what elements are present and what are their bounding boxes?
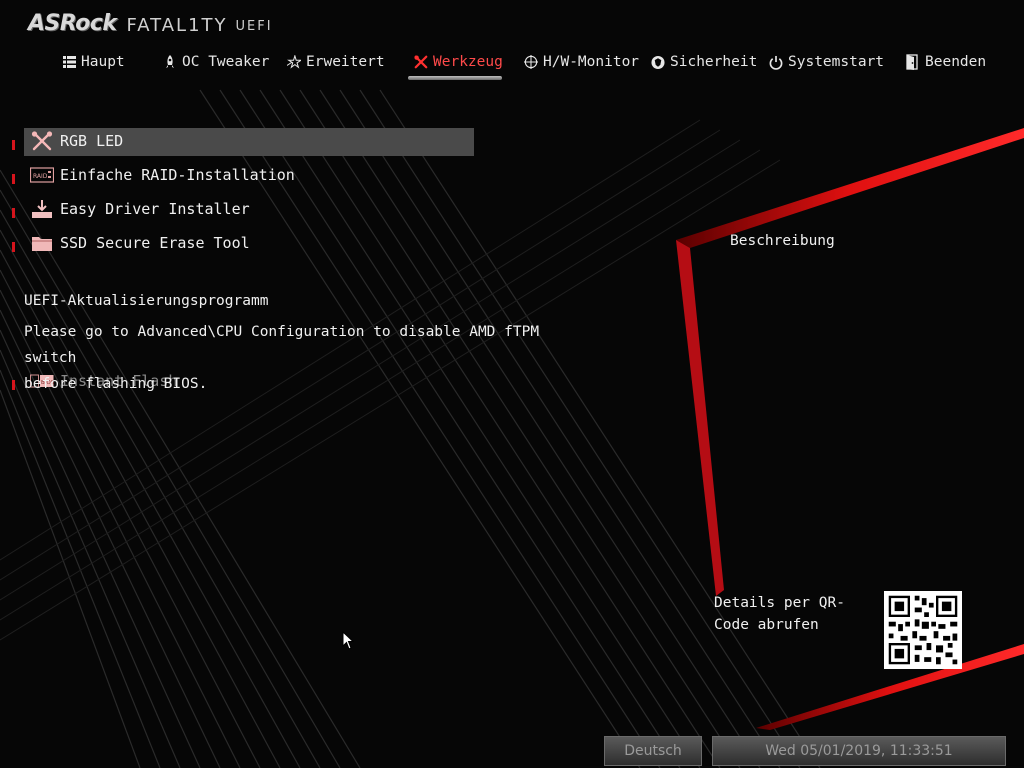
row-marker [12,174,15,184]
tab-hw-monitor[interactable]: H/W-Monitor [524,50,639,74]
exit-door-icon [906,54,920,70]
flash-warning-line2: before flashing BIOS. [24,376,208,392]
tab-label: Systemstart [788,54,885,70]
description-title: Beschreibung [730,233,835,249]
rocket-icon [163,55,177,69]
language-button[interactable]: Deutsch [604,736,702,766]
top-nav: Haupt OC Tweaker Erweitert Werkzeug H/W-… [0,50,1024,80]
tab-label: Sicherheit [670,54,758,70]
tab-sicherheit[interactable]: Sicherheit [651,50,757,74]
active-tab-indicator [408,76,502,80]
row-marker [12,380,15,390]
tools-icon [414,55,428,69]
tab-label: H/W-Monitor [543,54,640,70]
qr-code-caption: Details per QR-Code abrufen [714,595,845,633]
tab-label: Erweitert [306,54,385,70]
flash-warning-line1: Please go to Advanced\CPU Configuration … [24,324,540,366]
menu-item-label: SSD Secure Erase Tool [60,234,250,252]
tab-label: Werkzeug [433,54,503,70]
menu-item-easy-driver-installer[interactable]: Easy Driver Installer [0,196,480,222]
row-marker [12,140,15,150]
menu-item-label: RGB LED [60,132,124,150]
menu-item-label: Easy Driver Installer [60,200,250,218]
raid-icon: RAID [30,165,54,185]
svg-text:RAID: RAID [33,173,48,180]
uefi-label: UEFI [235,19,273,34]
logo: ASRock FATAL1TY UEFI [28,10,273,36]
tab-label: Beenden [925,54,987,70]
tab-oc-tweaker[interactable]: OC Tweaker [163,50,269,74]
tab-beenden[interactable]: Beenden [906,50,986,74]
power-icon [769,55,783,70]
mouse-cursor-icon [342,631,354,650]
brand-logo: ASRock [28,11,117,36]
menu-item-raid-installation[interactable]: RAID Einfache RAID-Installation [0,162,480,188]
crosshair-icon [524,55,538,69]
tab-systemstart[interactable]: Systemstart [769,50,884,74]
star-icon [287,55,301,69]
row-marker [12,208,15,218]
tab-erweitert[interactable]: Erweitert [287,50,385,74]
tab-werkzeug[interactable]: Werkzeug [414,50,503,74]
tab-label: Haupt [81,54,125,70]
wrench-screwdriver-icon [30,131,54,151]
list-icon [62,55,76,69]
datetime-display: Wed 05/01/2019, 11:33:51 [712,736,1006,766]
menu-item-rgb-led[interactable]: RGB LED [0,128,480,156]
shield-icon [651,55,665,69]
product-logo: FATAL1TY [126,15,228,36]
folder-icon [30,233,54,253]
tab-haupt[interactable]: Haupt [62,50,125,74]
download-drive-icon [30,199,54,219]
flash-warning: Please go to Advanced\CPU Configuration … [24,319,584,397]
tab-label: OC Tweaker [182,54,270,70]
menu-item-ssd-secure-erase[interactable]: SSD Secure Erase Tool [0,230,480,256]
qr-code [884,591,962,669]
menu-item-label: Einfache RAID-Installation [60,166,295,184]
uefi-update-section-title: UEFI-Aktualisierungsprogramm [24,293,269,309]
row-marker [12,242,15,252]
